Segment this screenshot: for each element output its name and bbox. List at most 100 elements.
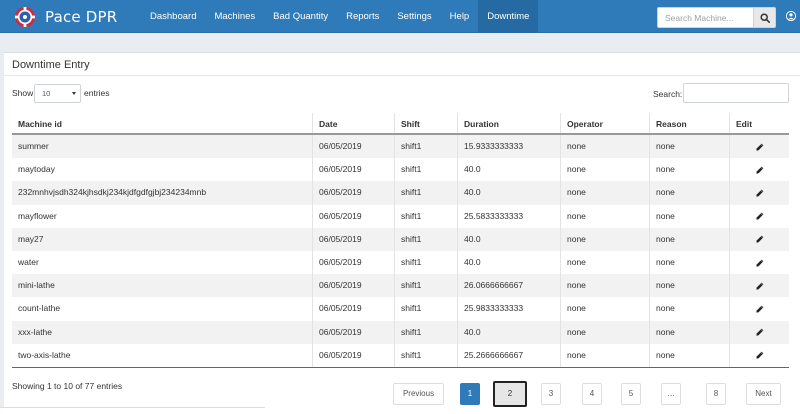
table-search-input[interactable] — [683, 83, 789, 103]
edit-button[interactable] — [730, 251, 789, 274]
page-3-button[interactable]: 3 — [541, 383, 561, 405]
pencil-icon — [755, 143, 763, 151]
cell-date: 06/05/2019 — [313, 297, 395, 321]
edit-button[interactable] — [730, 135, 789, 158]
cell-date: 06/05/2019 — [313, 181, 395, 205]
column-header-machine-id[interactable]: Machine id — [12, 113, 313, 133]
pencil-icon — [755, 351, 763, 359]
edit-button[interactable] — [730, 205, 789, 228]
edit-button[interactable] — [730, 228, 789, 251]
nav-downtime[interactable]: Downtime — [478, 0, 539, 33]
cell-duration: 40.0 — [458, 227, 561, 251]
cell-reason: none — [650, 343, 730, 367]
cell-date: 06/05/2019 — [313, 320, 395, 344]
user-icon[interactable] — [786, 11, 796, 21]
cell-duration: 15.9333333333 — [458, 135, 561, 159]
pencil-icon — [755, 189, 763, 197]
page-4-button[interactable]: 4 — [582, 383, 602, 405]
pencil-icon — [755, 282, 763, 290]
cell-shift: shift1 — [395, 181, 458, 205]
page-8-button[interactable]: 8 — [706, 383, 726, 405]
cell-operator: none — [561, 297, 650, 321]
cell-date: 06/05/2019 — [313, 274, 395, 298]
table-info: Showing 1 to 10 of 77 entries — [12, 381, 123, 391]
nav-settings[interactable]: Settings — [388, 0, 440, 33]
table-row: mini-lathe 06/05/2019 shift1 26.0666666667 n… — [12, 274, 789, 298]
column-header-operator[interactable]: Operator — [561, 113, 650, 133]
cell-date: 06/05/2019 — [313, 204, 395, 228]
cell-machine-id: mini-lathe — [12, 274, 313, 298]
cell-shift: shift1 — [395, 343, 458, 367]
page-1-button[interactable]: 1 — [460, 383, 480, 405]
edit-button[interactable] — [730, 297, 789, 320]
cell-shift: shift1 — [395, 227, 458, 251]
cell-machine-id: maytoday — [12, 158, 313, 182]
edit-button[interactable] — [730, 158, 789, 181]
column-header-reason[interactable]: Reason — [650, 113, 730, 133]
cell-date: 06/05/2019 — [313, 158, 395, 182]
cell-date: 06/05/2019 — [313, 135, 395, 159]
cell-duration: 40.0 — [458, 320, 561, 344]
cell-reason: none — [650, 297, 730, 321]
machine-search-button[interactable] — [753, 7, 776, 28]
table-row: xxx-lathe 06/05/2019 shift1 40.0 none none — [12, 320, 789, 344]
pencil-icon — [755, 212, 763, 220]
pencil-icon — [755, 328, 763, 336]
cell-shift: shift1 — [395, 204, 458, 228]
brand[interactable]: Pace DPR — [14, 5, 117, 29]
table-body: summer 06/05/2019 shift1 15.9333333333 none n… — [12, 135, 789, 367]
edit-button[interactable] — [730, 321, 789, 344]
page-5-button[interactable]: 5 — [621, 383, 641, 405]
nav-help[interactable]: Help — [441, 0, 479, 33]
cell-duration: 25.2666666667 — [458, 343, 561, 367]
table-row: mayflower 06/05/2019 shift1 25.5833333333 no… — [12, 204, 789, 228]
cell-duration: 40.0 — [458, 181, 561, 205]
cell-machine-id: 232mnhvjsdh324kjhsdkj234kjdfgdfgjbj23423… — [12, 181, 313, 205]
cell-reason: none — [650, 181, 730, 205]
show-label: Show — [12, 88, 34, 98]
top-navbar: Pace DPR Dashboard Machines Bad Quantity… — [0, 0, 800, 33]
column-header-shift[interactable]: Shift — [395, 113, 458, 133]
nav-machines[interactable]: Machines — [205, 0, 264, 33]
edit-button[interactable] — [730, 344, 789, 367]
column-header-duration[interactable]: Duration — [458, 113, 561, 133]
cell-reason: none — [650, 204, 730, 228]
nav-reports[interactable]: Reports — [337, 0, 388, 33]
column-header-date[interactable]: Date — [313, 113, 395, 133]
edit-button[interactable] — [730, 274, 789, 297]
page-size-value: 10 — [42, 89, 51, 98]
panel-title: Downtime Entry — [12, 59, 90, 71]
brand-logo-icon — [14, 6, 36, 28]
cell-duration: 25.9833333333 — [458, 297, 561, 321]
pencil-icon — [755, 235, 763, 243]
table-search-label: Search: — [653, 89, 683, 99]
table-row: 232mnhvjsdh324kjhsdkj234kjdfgdfgjbj23423… — [12, 181, 789, 205]
cell-operator: none — [561, 320, 650, 344]
pencil-icon — [755, 166, 763, 174]
cell-machine-id: mayflower — [12, 204, 313, 228]
cell-date: 06/05/2019 — [313, 250, 395, 275]
pagination-ellipsis: … — [661, 383, 681, 405]
edit-button[interactable] — [730, 181, 789, 204]
cell-reason: none — [650, 227, 730, 251]
cell-shift: shift1 — [395, 158, 458, 182]
machine-search-input[interactable] — [657, 7, 753, 28]
previous-page-button[interactable]: Previous — [393, 383, 444, 405]
cell-reason: none — [650, 320, 730, 344]
page-size-select[interactable]: 10 — [34, 84, 81, 103]
cell-operator: none — [561, 343, 650, 367]
entries-label: entries — [84, 88, 110, 98]
cell-machine-id: count-lathe — [12, 297, 313, 321]
main-nav: Dashboard Machines Bad Quantity Reports … — [141, 0, 539, 33]
table-bottom-border — [12, 366, 789, 368]
pencil-icon — [755, 305, 763, 313]
nav-dashboard[interactable]: Dashboard — [141, 0, 205, 33]
page-2-button[interactable]: 2 — [493, 381, 527, 407]
cell-operator: none — [561, 204, 650, 228]
cell-shift: shift1 — [395, 135, 458, 159]
next-page-button[interactable]: Next — [746, 383, 781, 405]
table-row: two-axis-lathe 06/05/2019 shift1 25.2666666… — [12, 343, 789, 367]
cell-machine-id: summer — [12, 135, 313, 159]
nav-bad-quantity[interactable]: Bad Quantity — [264, 0, 337, 33]
cell-machine-id: xxx-lathe — [12, 320, 313, 344]
